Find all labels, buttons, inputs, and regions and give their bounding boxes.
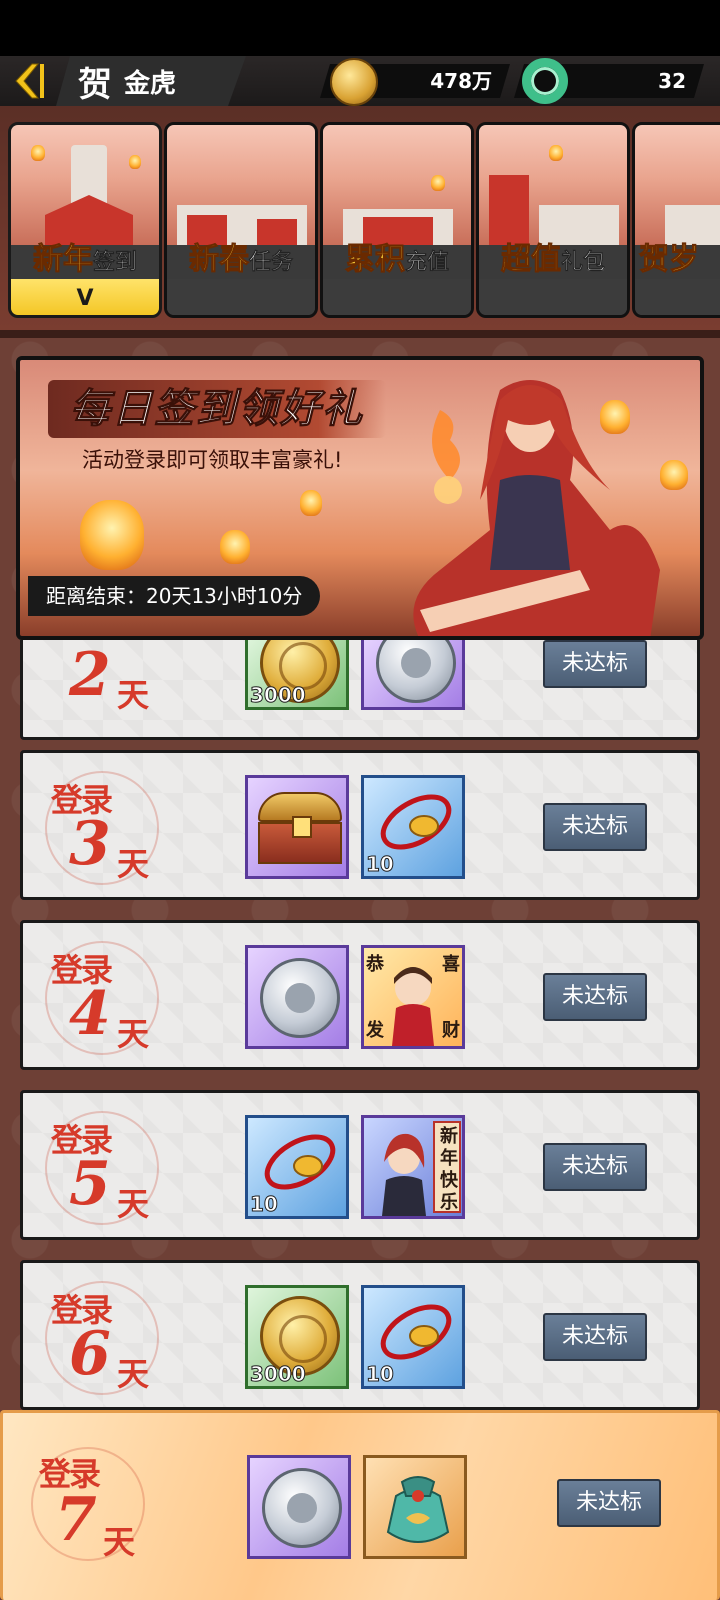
event-banner: 每日签到领好礼 活动登录即可领取丰富豪礼! 距离结束：20天13小时10分	[16, 356, 704, 640]
day-unit: 天	[117, 845, 150, 883]
reward-item[interactable]: 10	[361, 1285, 465, 1389]
silver-coin-icon	[260, 958, 340, 1038]
signin-row-day-3: 登录 3 天 10 未达标	[20, 750, 700, 900]
reward-item[interactable]	[245, 775, 349, 879]
reward-item[interactable]	[247, 1455, 351, 1559]
lantern-decoration	[80, 500, 144, 570]
reward-item[interactable]: 10	[361, 775, 465, 879]
claim-button[interactable]: 未达标	[543, 1313, 647, 1361]
reward-item[interactable]	[363, 1455, 467, 1559]
banner-subtitle: 活动登录即可领取丰富豪礼!	[82, 448, 343, 472]
event-tabs: 新年签到 V 新春任务 累积充值 超值礼包 贺岁	[0, 106, 720, 330]
silver-coin-icon	[376, 640, 456, 703]
banner-title: 每日签到领好礼	[48, 380, 386, 438]
tab-spring-tasks[interactable]: 新春任务	[164, 122, 318, 318]
tab-label: 累积充值	[344, 242, 449, 277]
day-unit: 天	[117, 1015, 150, 1053]
gold-coin-icon	[330, 58, 378, 106]
claim-button[interactable]: 未达标	[543, 640, 647, 688]
page-title: 贺 金虎	[56, 56, 246, 106]
claim-button[interactable]: 未达标	[557, 1479, 661, 1527]
tab-artwork	[323, 125, 471, 245]
tab-label: 新春任务	[188, 242, 293, 277]
countdown-timer: 距离结束：20天13小时10分	[28, 576, 321, 616]
gold-amount: 478万	[430, 69, 492, 93]
tab-value-packs[interactable]: 超值礼包	[476, 122, 630, 318]
reward-item[interactable]: 恭 喜 发 财	[361, 945, 465, 1049]
item-quantity: 10	[366, 1362, 395, 1387]
day-unit: 天	[117, 1185, 150, 1223]
item-quantity: 3000	[250, 683, 307, 708]
reward-item[interactable]: 3000	[245, 1285, 349, 1389]
signin-row-day-6: 登录 6 天 3000 10 未达标	[20, 1260, 700, 1410]
claim-button[interactable]: 未达标	[543, 1143, 647, 1191]
day-unit: 天	[103, 1523, 136, 1561]
tab-label: 贺岁	[639, 242, 700, 277]
tab-label: 新年签到	[32, 242, 137, 277]
tab-artwork	[167, 125, 315, 245]
red-bracelet-icon	[264, 1134, 336, 1190]
day-unit: 天	[117, 676, 150, 714]
red-bracelet-icon	[380, 1304, 452, 1360]
day-number: 2	[69, 640, 111, 710]
item-quantity: 3000	[250, 1362, 307, 1387]
reward-item[interactable]: 3000	[245, 640, 349, 710]
reward-item[interactable]: 新 年 快 乐	[361, 1115, 465, 1219]
title-prefix: 贺	[78, 64, 112, 105]
jade-amount: 32	[658, 69, 686, 93]
silver-coin-icon	[262, 1468, 342, 1548]
title-text: 金虎	[124, 68, 177, 99]
red-bracelet-icon	[380, 794, 452, 850]
day-number: 3	[69, 809, 111, 879]
signin-row-day-2: 2 天 3000 未达标	[20, 640, 700, 740]
day-number: 5	[69, 1149, 111, 1219]
treasure-chest-icon	[258, 792, 342, 864]
tab-artwork	[11, 125, 159, 245]
lantern-decoration	[220, 530, 250, 564]
lucky-bag-icon	[386, 1476, 450, 1543]
lantern-decoration	[300, 490, 322, 516]
day-number: 4	[69, 979, 111, 1049]
back-arrow-icon	[15, 63, 44, 99]
chevron-down-icon: V	[76, 286, 94, 311]
tab-accumulated-recharge[interactable]: 累积充值	[320, 122, 474, 318]
claim-button[interactable]: 未达标	[543, 973, 647, 1021]
item-quantity: 10	[366, 852, 395, 877]
day-unit: 天	[117, 1355, 150, 1393]
day-number: 6	[69, 1319, 111, 1389]
claim-button[interactable]: 未达标	[543, 803, 647, 851]
heroine-illustration	[413, 380, 660, 636]
status-bar	[0, 0, 720, 56]
day-number: 7	[55, 1485, 97, 1555]
reward-item[interactable]	[245, 945, 349, 1049]
divider	[0, 330, 720, 338]
signin-row-day-4: 登录 4 天 恭 喜 发 财 未达标	[20, 920, 700, 1070]
reward-item[interactable]	[361, 640, 465, 710]
tab-artwork	[479, 125, 627, 245]
jade-icon	[522, 58, 568, 104]
signin-row-day-5: 登录 5 天 10 新 年 快 乐 未达标	[20, 1090, 700, 1240]
tab-new-year-signin[interactable]: 新年签到 V	[8, 122, 162, 318]
tab-label: 超值礼包	[500, 242, 605, 277]
reward-item[interactable]: 10	[245, 1115, 349, 1219]
signin-row-day-7: 登录 7 天 未达标	[0, 1410, 720, 1600]
back-button[interactable]	[6, 60, 50, 102]
tab-artwork	[635, 125, 720, 245]
item-quantity: 10	[250, 1192, 279, 1217]
tab-new-year-greetings[interactable]: 贺岁	[632, 122, 720, 318]
